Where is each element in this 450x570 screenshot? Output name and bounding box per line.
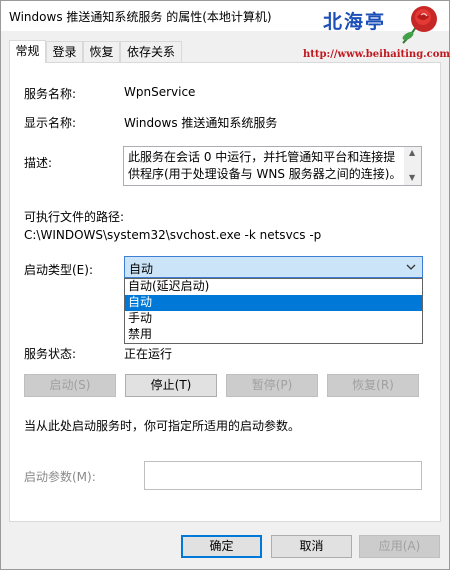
apply-button[interactable]: 应用(A): [359, 535, 440, 558]
start-params-hint: 当从此处启动服务时，你可指定所适用的启动参数。: [24, 419, 301, 433]
option-disabled[interactable]: 禁用: [125, 327, 422, 343]
service-status-value: 正在运行: [124, 347, 173, 361]
startup-type-label: 启动类型(E):: [24, 263, 93, 277]
exe-path-label: 可执行文件的路径:: [24, 210, 125, 224]
display-name-label: 显示名称:: [24, 116, 77, 130]
stop-button[interactable]: 停止(T): [125, 374, 217, 397]
description-text: 此服务在会话 0 中运行，并托管通知平台和连接提供程序(用于处理设备与 WNS …: [128, 150, 402, 181]
start-button[interactable]: 启动(S): [24, 374, 116, 397]
exe-path-value: C:\WINDOWS\system32\svchost.exe -k netsv…: [24, 228, 322, 242]
option-manual[interactable]: 手动: [125, 311, 422, 327]
description-box[interactable]: 此服务在会话 0 中运行，并托管通知平台和连接提供程序(用于处理设备与 WNS …: [123, 146, 422, 186]
start-params-input[interactable]: [144, 461, 422, 490]
scroll-down-icon[interactable]: ▼: [409, 173, 415, 182]
scroll-up-icon[interactable]: ▲: [409, 148, 415, 157]
startup-type-value: 自动: [129, 262, 154, 276]
option-automatic-delayed[interactable]: 自动(延迟启动): [125, 279, 422, 295]
pause-button[interactable]: 暂停(P): [226, 374, 318, 397]
service-name-label: 服务名称:: [24, 87, 77, 101]
description-label: 描述:: [24, 156, 53, 170]
tab-general[interactable]: 常规: [9, 40, 46, 63]
resume-button[interactable]: 恢复(R): [327, 374, 419, 397]
start-params-label: 启动参数(M):: [24, 470, 96, 484]
properties-dialog: Windows 推送通知系统服务 的属性(本地计算机) 北海亭 http://w…: [0, 0, 450, 570]
service-name-value: WpnService: [124, 85, 196, 99]
watermark-name: 北海亭: [323, 11, 387, 33]
tab-recovery[interactable]: 恢复: [83, 41, 120, 62]
chevron-down-icon: [406, 264, 416, 270]
display-name-value: Windows 推送通知系统服务: [124, 116, 278, 130]
watermark-logo: 北海亭 http://www.beihaiting.com: [301, 1, 450, 67]
window-title: Windows 推送通知系统服务 的属性(本地计算机): [9, 10, 272, 24]
startup-type-select[interactable]: 自动: [124, 256, 423, 278]
tab-logon[interactable]: 登录: [46, 41, 83, 62]
cancel-button[interactable]: 取消: [271, 535, 352, 558]
ok-button[interactable]: 确定: [181, 535, 262, 558]
rose-icon: [402, 6, 437, 44]
general-panel: 服务名称: WpnService 显示名称: Windows 推送通知系统服务 …: [9, 62, 441, 522]
tab-dependencies[interactable]: 依存关系: [120, 41, 182, 62]
description-scrollbar[interactable]: ▲ ▼: [404, 147, 421, 185]
startup-type-dropdown: 自动(延迟启动) 自动 手动 禁用: [124, 278, 423, 344]
watermark-url: http://www.beihaiting.com: [303, 49, 450, 60]
service-status-label: 服务状态:: [24, 347, 77, 361]
option-automatic[interactable]: 自动: [125, 295, 422, 311]
